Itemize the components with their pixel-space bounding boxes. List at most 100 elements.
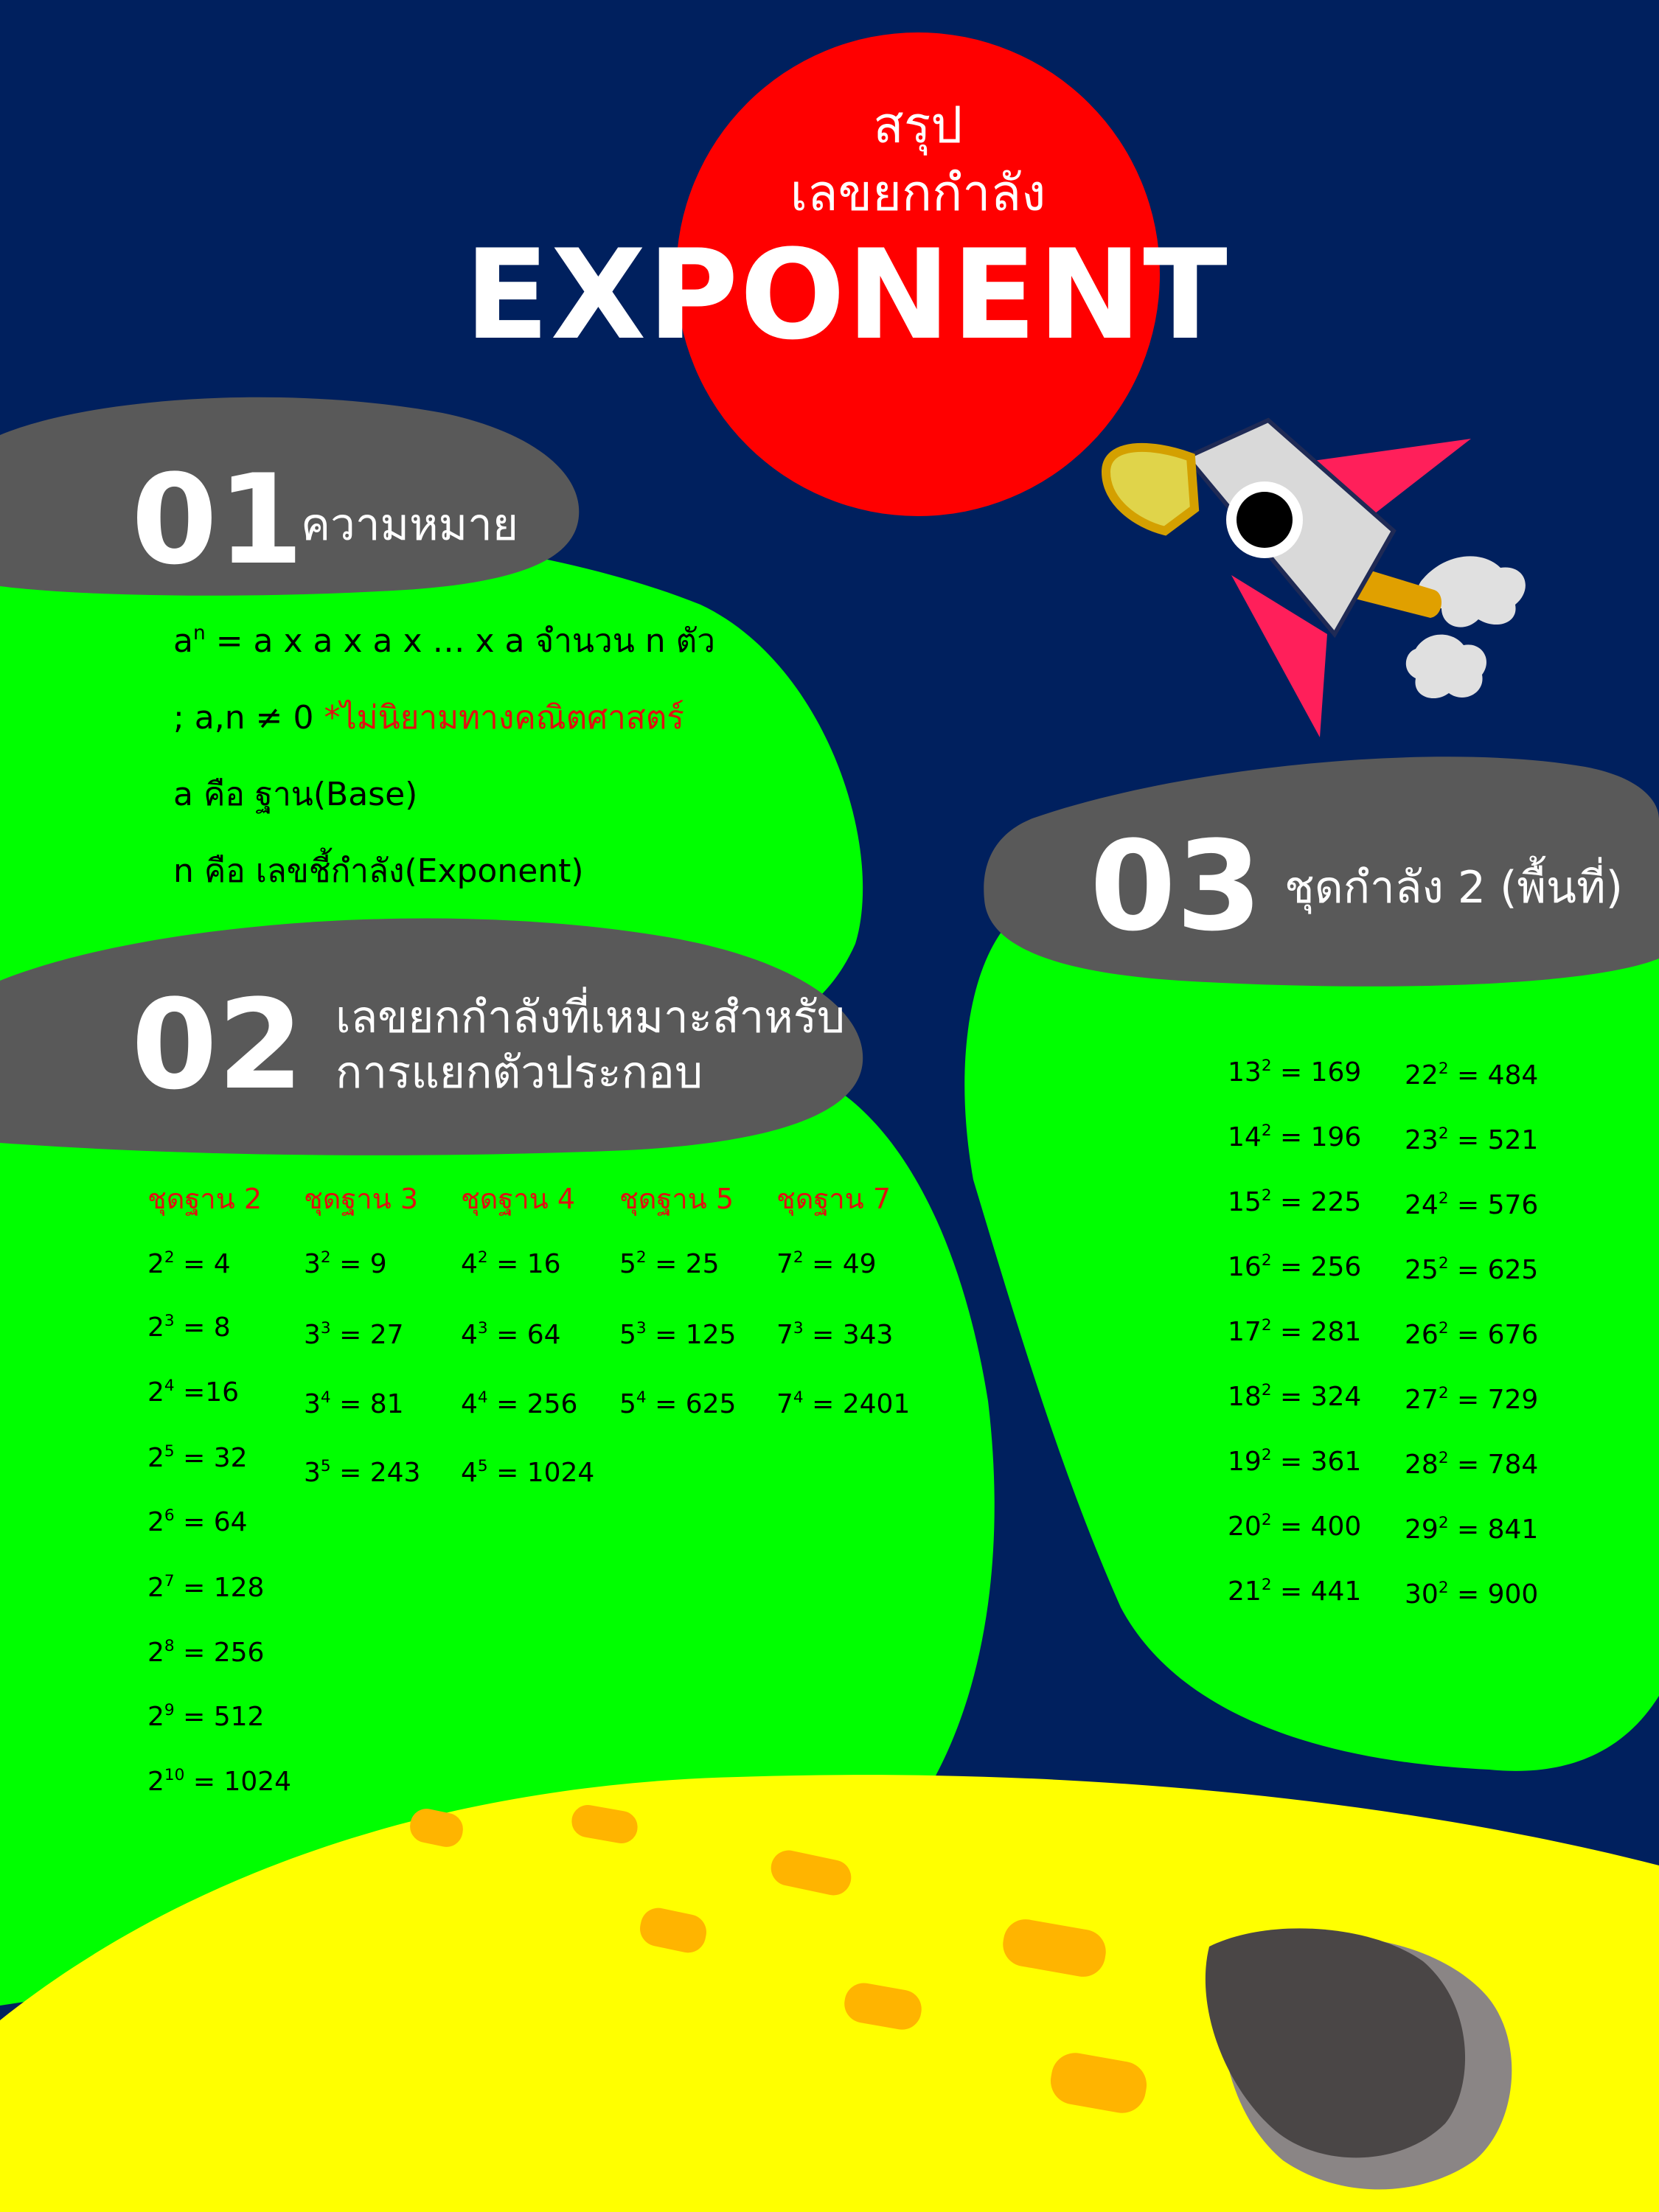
header-subtitle-line1: สรุป (873, 97, 963, 155)
power-value: = 256 (174, 1638, 265, 1668)
square-value: = 324 (1271, 1382, 1362, 1412)
square-exponent: 2 (1261, 1186, 1272, 1205)
section2-title-line2: การแยกตัวประกอบ (335, 1047, 703, 1099)
square-exponent: 2 (1438, 1448, 1449, 1467)
power-exponent: 2 (793, 1248, 804, 1267)
square-exponent: 2 (1261, 1121, 1272, 1140)
power-exponent: 3 (636, 1318, 647, 1338)
power-exponent: 4 (477, 1388, 488, 1407)
power-base: 7 (776, 1389, 793, 1419)
square-value: = 729 (1448, 1385, 1539, 1415)
power-value: = 1024 (184, 1767, 292, 1797)
power-base: 2 (147, 1377, 164, 1408)
square-value: = 784 (1448, 1450, 1539, 1480)
power-value: = 9 (330, 1249, 387, 1279)
power-entry: 43 = 64 (461, 1318, 561, 1352)
square-value: = 484 (1448, 1060, 1539, 1091)
power-entry: 72 = 49 (776, 1248, 877, 1281)
power-base: 5 (619, 1249, 636, 1279)
power-exponent: 3 (793, 1318, 804, 1338)
power-entry: 29 = 512 (147, 1700, 264, 1734)
condition-line: ; a,n ≠ 0 *ไม่นิยามทางคณิตศาสตร์ (173, 698, 684, 739)
power-entry: 32 = 9 (304, 1248, 387, 1281)
square-exponent: 2 (1261, 1445, 1272, 1464)
square-value: = 625 (1448, 1255, 1539, 1285)
square-value: = 196 (1271, 1122, 1362, 1152)
power-entry: 74 = 2401 (776, 1388, 910, 1422)
square-entry: 132 = 169 (1228, 1056, 1361, 1090)
power-base: 2 (147, 1573, 164, 1603)
square-base: 13 (1228, 1057, 1262, 1088)
power-base: 2 (147, 1702, 164, 1732)
definition-exponent: n (192, 621, 206, 644)
exponent-definition: n คือ เลขชี้กำลัง(Exponent) (173, 852, 584, 890)
square-exponent: 2 (1438, 1253, 1449, 1273)
power-entry: 22 = 4 (147, 1248, 231, 1281)
square-value: = 225 (1271, 1187, 1362, 1217)
square-exponent: 2 (1438, 1124, 1449, 1143)
square-base: 15 (1228, 1187, 1262, 1217)
square-base: 22 (1405, 1060, 1439, 1091)
power-exponent: 5 (320, 1456, 331, 1475)
power-exponent: 5 (477, 1456, 488, 1475)
column-header: ชุดฐาน 5 (619, 1183, 734, 1215)
power-entry: 53 = 125 (619, 1318, 736, 1352)
definition-line: an = a x a x a x … x a จำนวน n ตัว (173, 621, 715, 662)
page-title: EXPONENT (465, 223, 1229, 367)
definition-text: = a x a x a x … x a จำนวน n ตัว (205, 622, 715, 660)
square-base: 26 (1405, 1320, 1439, 1350)
square-base: 28 (1405, 1450, 1439, 1480)
square-entry: 282 = 784 (1405, 1448, 1538, 1482)
power-base: 3 (304, 1249, 321, 1279)
power-entry: 25 = 32 (147, 1441, 248, 1475)
power-exponent: 2 (320, 1248, 331, 1267)
power-value: = 25 (646, 1249, 720, 1279)
square-exponent: 2 (1261, 1315, 1272, 1335)
square-base: 29 (1405, 1514, 1439, 1545)
square-entry: 222 = 484 (1405, 1059, 1538, 1093)
power-base: 4 (461, 1320, 478, 1350)
power-entry: 210 = 1024 (147, 1765, 291, 1799)
infographic-page: สรุป เลขยกกำลัง EXPONENT 01 ความหมาย an … (0, 0, 1659, 2212)
power-value: = 2401 (803, 1389, 911, 1419)
power-exponent: 2 (164, 1248, 175, 1267)
square-entry: 262 = 676 (1405, 1318, 1538, 1352)
square-value: = 361 (1271, 1447, 1362, 1477)
square-entry: 172 = 281 (1228, 1315, 1361, 1349)
square-base: 18 (1228, 1382, 1262, 1412)
square-value: = 676 (1448, 1320, 1539, 1350)
square-base: 19 (1228, 1447, 1262, 1477)
section1-title: ความหมาย (301, 499, 519, 551)
square-value: = 441 (1271, 1576, 1362, 1607)
square-entry: 302 = 900 (1405, 1578, 1538, 1612)
section3-number: 03 (1090, 814, 1262, 959)
power-exponent: 3 (320, 1318, 331, 1338)
header-subtitle-line2: เลขยกกำลัง (790, 164, 1046, 223)
power-exponent: 5 (164, 1441, 175, 1461)
power-exponent: 4 (320, 1388, 331, 1407)
definition-base: a (173, 622, 193, 660)
rocket-smoke (1405, 634, 1486, 699)
power-base: 5 (619, 1320, 636, 1350)
power-entry: 35 = 243 (304, 1456, 420, 1490)
square-value: = 169 (1271, 1057, 1362, 1088)
square-exponent: 2 (1438, 1578, 1449, 1597)
power-exponent: 2 (477, 1248, 488, 1267)
square-entry: 212 = 441 (1228, 1575, 1361, 1609)
power-base: 2 (147, 1312, 164, 1343)
power-value: = 8 (174, 1312, 231, 1343)
square-exponent: 2 (1438, 1513, 1449, 1532)
square-entry: 202 = 400 (1228, 1510, 1361, 1544)
power-entry: 24 =16 (147, 1376, 239, 1410)
square-entry: 232 = 521 (1405, 1124, 1538, 1158)
power-value: = 625 (646, 1389, 737, 1419)
section2-title-line1: เลขยกกำลังที่เหมาะสำหรับ (335, 992, 846, 1043)
square-value: = 900 (1448, 1579, 1539, 1610)
power-value: = 49 (803, 1249, 877, 1279)
power-value: = 125 (646, 1320, 737, 1350)
power-exponent: 2 (636, 1248, 647, 1267)
square-entry: 252 = 625 (1405, 1253, 1538, 1287)
power-entry: 33 = 27 (304, 1318, 404, 1352)
power-exponent: 6 (164, 1506, 175, 1525)
square-exponent: 2 (1438, 1383, 1449, 1402)
